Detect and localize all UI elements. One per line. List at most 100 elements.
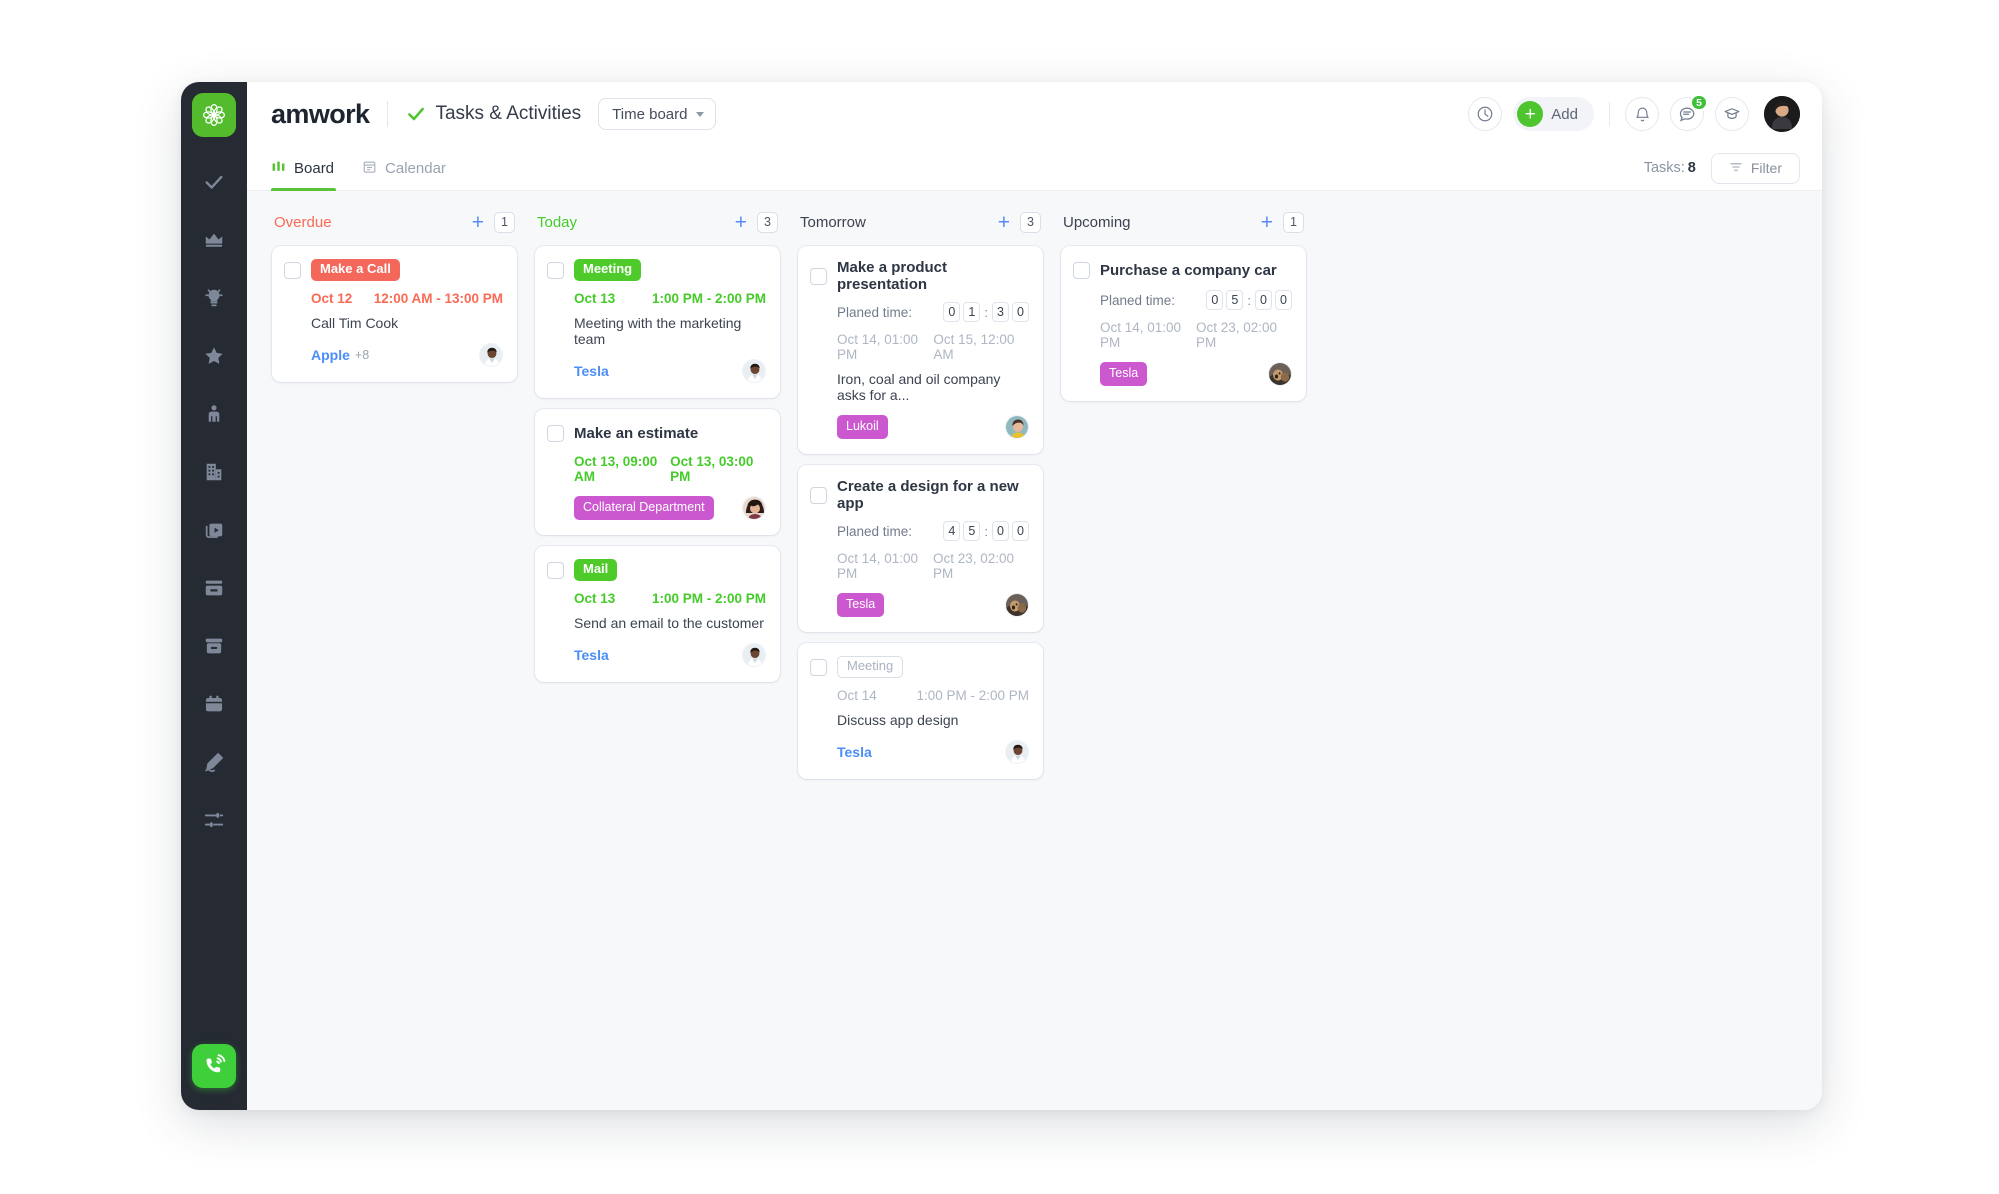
tab-list: Board Calendar xyxy=(271,146,448,190)
planned-digit-m1[interactable]: 3 xyxy=(992,302,1009,322)
filter-button-label: Filter xyxy=(1751,160,1782,176)
task-checkbox[interactable] xyxy=(810,659,827,676)
planned-digit-m1[interactable]: 0 xyxy=(992,521,1009,541)
task-assignee-avatar[interactable] xyxy=(742,643,766,667)
sidebar-item-sign[interactable] xyxy=(199,747,229,777)
sidebar-item-favorites[interactable] xyxy=(199,341,229,371)
tasks-counter: Tasks:8 xyxy=(1644,160,1696,176)
task-date-row: Oct 1212:00 AM - 13:00 PM xyxy=(284,291,503,306)
add-task-icon[interactable]: + xyxy=(472,212,484,233)
planned-digit-m1[interactable]: 0 xyxy=(1255,290,1272,310)
task-card-header: Mail xyxy=(547,559,766,581)
planned-digit-m2[interactable]: 0 xyxy=(1012,302,1029,322)
task-tag[interactable]: Tesla xyxy=(1100,362,1147,385)
column-title: Today xyxy=(537,214,577,231)
task-checkbox[interactable] xyxy=(547,425,564,442)
column-header: Tomorrow+3 xyxy=(798,207,1043,237)
sidebar-item-settings[interactable] xyxy=(199,805,229,835)
task-date-end: 12:00 AM - 13:00 PM xyxy=(374,291,503,306)
task-date-row: Oct 14, 01:00 PMOct 15, 12:00 AM xyxy=(810,332,1029,362)
planned-digit-h2[interactable]: 5 xyxy=(1226,290,1243,310)
task-assignee-avatar[interactable] xyxy=(1005,415,1029,439)
clock-icon[interactable] xyxy=(1468,97,1502,131)
task-footer: Tesla xyxy=(547,642,766,668)
task-card[interactable]: Make a CallOct 1212:00 AM - 13:00 PMCall… xyxy=(272,246,517,382)
task-card[interactable]: MeetingOct 141:00 PM - 2:00 PMDiscuss ap… xyxy=(798,643,1043,779)
task-assignee-avatar[interactable] xyxy=(479,343,503,367)
phone-call-button[interactable] xyxy=(192,1044,236,1088)
task-card[interactable]: Create a design for a new appPlaned time… xyxy=(798,465,1043,632)
add-task-icon[interactable]: + xyxy=(1261,212,1273,233)
planned-digit-m2[interactable]: 0 xyxy=(1275,290,1292,310)
task-footer: Apple+8 xyxy=(284,342,503,368)
task-assignee-avatar[interactable] xyxy=(742,359,766,383)
sidebar-item-tasks[interactable] xyxy=(199,167,229,197)
planned-digit-h2[interactable]: 1 xyxy=(963,302,980,322)
sidebar-item-archive[interactable] xyxy=(199,631,229,661)
task-company-link[interactable]: Apple xyxy=(311,347,350,363)
app-logo[interactable] xyxy=(192,93,236,137)
task-assignee-avatar[interactable] xyxy=(742,496,766,520)
task-card[interactable]: MeetingOct 131:00 PM - 2:00 PMMeeting wi… xyxy=(535,246,780,398)
task-date-start: Oct 14, 01:00 PM xyxy=(837,332,933,362)
task-date-start: Oct 13 xyxy=(574,291,615,306)
task-checkbox[interactable] xyxy=(1073,262,1090,279)
task-date-start: Oct 14, 01:00 PM xyxy=(837,551,933,581)
sidebar-item-calendar[interactable] xyxy=(199,689,229,719)
task-company-link[interactable]: Tesla xyxy=(837,744,872,760)
chat-icon[interactable]: 5 xyxy=(1670,97,1704,131)
board-select[interactable]: Time board xyxy=(598,98,716,130)
planned-digit-h1[interactable]: 0 xyxy=(943,302,960,322)
task-assignee-avatar[interactable] xyxy=(1005,740,1029,764)
board-column-today: Today +3 MeetingOct 131:00 PM - 2:00 PMMee… xyxy=(526,207,789,1110)
bell-icon[interactable] xyxy=(1625,97,1659,131)
planned-time-digits: 01:30 xyxy=(943,302,1029,322)
task-tag[interactable]: Tesla xyxy=(837,593,884,616)
task-assignee-avatar[interactable] xyxy=(1268,362,1292,386)
planned-digit-h1[interactable]: 0 xyxy=(1206,290,1223,310)
add-task-icon[interactable]: + xyxy=(735,212,747,233)
task-tag[interactable]: Lukoil xyxy=(837,415,888,438)
task-checkbox[interactable] xyxy=(810,487,827,504)
task-company-link[interactable]: Tesla xyxy=(574,647,609,663)
user-avatar[interactable] xyxy=(1764,96,1800,132)
plus-icon: + xyxy=(1517,101,1543,127)
task-checkbox[interactable] xyxy=(547,262,564,279)
task-checkbox[interactable] xyxy=(284,262,301,279)
task-title: Make a product presentation xyxy=(837,259,1029,293)
chat-badge: 5 xyxy=(1690,94,1708,111)
add-button[interactable]: + Add xyxy=(1513,97,1594,131)
filter-button[interactable]: Filter xyxy=(1711,153,1800,184)
task-type-chip: Meeting xyxy=(837,656,903,678)
filter-icon xyxy=(1729,160,1743,177)
sidebar-item-ideas[interactable] xyxy=(199,283,229,313)
tab-board[interactable]: Board xyxy=(271,146,336,190)
planned-time-colon: : xyxy=(984,524,988,539)
task-card[interactable]: MailOct 131:00 PM - 2:00 PMSend an email… xyxy=(535,546,780,682)
check-icon xyxy=(406,104,426,124)
add-task-icon[interactable]: + xyxy=(998,212,1010,233)
task-card[interactable]: Make an estimateOct 13, 09:00 AMOct 13, … xyxy=(535,409,780,535)
task-company-link[interactable]: Tesla xyxy=(574,363,609,379)
task-date-row: Oct 141:00 PM - 2:00 PM xyxy=(810,688,1029,703)
column-actions: +3 xyxy=(998,212,1041,233)
sidebar-item-companies[interactable] xyxy=(199,457,229,487)
planned-digit-m2[interactable]: 0 xyxy=(1012,521,1029,541)
sidebar-item-media[interactable] xyxy=(199,515,229,545)
task-assignee-avatar[interactable] xyxy=(1005,593,1029,617)
planned-digit-h2[interactable]: 5 xyxy=(963,521,980,541)
planned-digit-h1[interactable]: 4 xyxy=(943,521,960,541)
task-card[interactable]: Purchase a company carPlaned time:05:00O… xyxy=(1061,246,1306,401)
sidebar-item-contacts[interactable] xyxy=(199,399,229,429)
task-tag[interactable]: Collateral Department xyxy=(574,496,714,519)
tab-calendar[interactable]: Calendar xyxy=(362,146,448,190)
sidebar-item-lists[interactable] xyxy=(199,573,229,603)
column-count: 3 xyxy=(757,212,778,233)
task-title: Make an estimate xyxy=(574,425,698,442)
task-checkbox[interactable] xyxy=(547,562,564,579)
column-count: 1 xyxy=(1283,212,1304,233)
task-checkbox[interactable] xyxy=(810,268,827,285)
sidebar-item-leads[interactable] xyxy=(199,225,229,255)
graduation-cap-icon[interactable] xyxy=(1715,97,1749,131)
task-card[interactable]: Make a product presentationPlaned time:0… xyxy=(798,246,1043,454)
